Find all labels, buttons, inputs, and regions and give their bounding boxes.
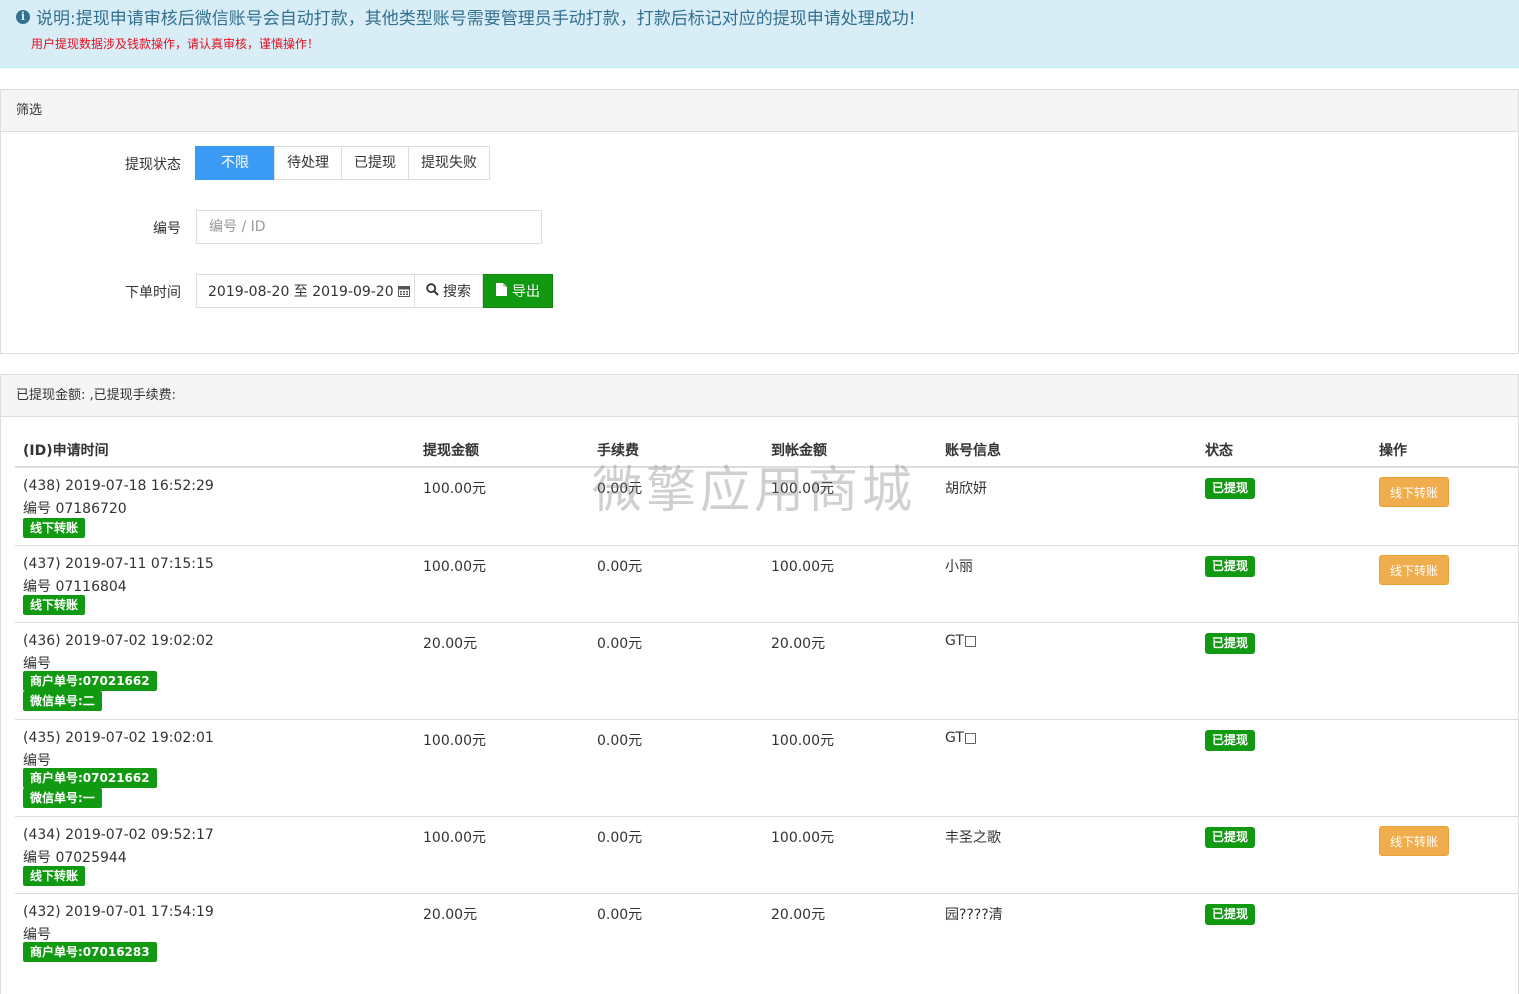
account-info: 胡欣妍 [945, 481, 987, 497]
account-info: 园????清 [945, 907, 1003, 923]
account-info: GT□ [945, 633, 978, 649]
wechat-order-tag: 微信单号:二 [23, 691, 102, 711]
date-search-row: 2019-08-20 至 2019-09-20 搜索 导出 [196, 274, 553, 308]
search-label: 搜索 [443, 284, 471, 300]
order-number: 编号 07025944 [23, 850, 127, 866]
notice-line: i 说明:提现申请审核后微信账号会自动打款，其他类型账号需要管理员手动打款，打款… [16, 4, 916, 29]
column-header: 账号信息 [945, 443, 1001, 459]
amount: 100.00元 [423, 830, 486, 846]
status-option-withdrawn[interactable]: 已提现 [341, 146, 409, 180]
status-badge: 已提现 [1205, 730, 1256, 751]
column-header: 操作 [1379, 443, 1407, 459]
column-header: (ID)申请时间 [23, 443, 109, 459]
merchant-order-tag: 商户单号:07021662 [23, 671, 157, 691]
status-option-pending[interactable]: 待处理 [274, 146, 342, 180]
received-amount: 100.00元 [771, 830, 834, 846]
amount: 100.00元 [423, 733, 486, 749]
export-button[interactable]: 导出 [483, 274, 553, 308]
received-amount: 100.00元 [771, 733, 834, 749]
column-header: 手续费 [597, 443, 639, 459]
date-range-picker[interactable]: 2019-08-20 至 2019-09-20 [196, 274, 415, 308]
id-time: (434) 2019-07-02 09:52:17 [23, 827, 214, 843]
date-label: 下单时间 [125, 285, 181, 301]
merchant-order-tag: 商户单号:07021662 [23, 768, 157, 788]
account-info: 丰圣之歌 [945, 830, 1001, 846]
received-amount: 100.00元 [771, 559, 834, 575]
offline-transfer-tag: 线下转账 [23, 866, 86, 886]
fee: 0.00元 [597, 636, 643, 652]
offline-transfer-tag: 线下转账 [23, 518, 86, 538]
status-option-all[interactable]: 不限 [195, 146, 275, 180]
account-info: GT□ [945, 730, 978, 746]
notice-banner: i 说明:提现申请审核后微信账号会自动打款，其他类型账号需要管理员手动打款，打款… [0, 0, 1519, 68]
id-time: (437) 2019-07-11 07:15:15 [23, 556, 214, 572]
file-icon [496, 282, 507, 300]
id-time: (438) 2019-07-18 16:52:29 [23, 478, 214, 494]
status-label: 提现状态 [125, 157, 181, 173]
status-badge: 已提现 [1205, 904, 1256, 925]
received-amount: 20.00元 [771, 907, 826, 923]
received-amount: 20.00元 [771, 636, 826, 652]
status-badge: 已提现 [1205, 556, 1256, 577]
status-filter-group: 不限 待处理 已提现 提现失败 [195, 146, 490, 180]
table-row: (432) 2019-07-01 17:54:19 编号 商户单号:070162… [15, 894, 1519, 967]
fee: 0.00元 [597, 907, 643, 923]
column-header: 到帐金额 [771, 443, 827, 459]
id-time: (432) 2019-07-01 17:54:19 [23, 904, 214, 920]
order-number: 编号 [23, 753, 51, 769]
notice-warning: 用户提现数据涉及钱款操作，请认真审核，谨慎操作！ [31, 37, 320, 51]
table-row: (435) 2019-07-02 19:02:01 编号 商户单号:070216… [15, 720, 1519, 817]
table-row: (438) 2019-07-18 16:52:29 编号 07186720 线下… [15, 468, 1519, 546]
fee: 0.00元 [597, 481, 643, 497]
fee: 0.00元 [597, 733, 643, 749]
merchant-order-tag: 商户单号:07016283 [23, 942, 157, 962]
amount: 100.00元 [423, 559, 486, 575]
table-header: (ID)申请时间 提现金额 手续费 到帐金额 账号信息 状态 操作 [15, 430, 1519, 468]
offline-transfer-button[interactable]: 线下转账 [1379, 477, 1449, 507]
order-number: 编号 [23, 927, 51, 943]
status-badge: 已提现 [1205, 478, 1256, 499]
number-input[interactable] [196, 210, 542, 244]
column-header: 提现金额 [423, 443, 479, 459]
export-label: 导出 [512, 284, 540, 300]
order-number: 编号 [23, 656, 51, 672]
order-number: 编号 07116804 [23, 579, 127, 595]
status-option-failed[interactable]: 提现失败 [408, 146, 490, 180]
info-circle-icon: i [16, 9, 30, 24]
notice-text: 说明:提现申请审核后微信账号会自动打款，其他类型账号需要管理员手动打款，打款后标… [36, 9, 916, 29]
received-amount: 100.00元 [771, 481, 834, 497]
offline-transfer-button[interactable]: 线下转账 [1379, 826, 1449, 856]
date-range-value: 2019-08-20 至 2019-09-20 [208, 284, 394, 300]
summary-heading: 已提现金额: ,已提现手续费: [1, 375, 1518, 417]
offline-transfer-button[interactable]: 线下转账 [1379, 555, 1449, 585]
search-button[interactable]: 搜索 [415, 274, 483, 308]
offline-transfer-tag: 线下转账 [23, 595, 86, 615]
amount: 100.00元 [423, 481, 486, 497]
table-row: (437) 2019-07-11 07:15:15 编号 07116804 线下… [15, 546, 1519, 623]
number-label: 编号 [153, 221, 181, 237]
id-time: (436) 2019-07-02 19:02:02 [23, 633, 214, 649]
calendar-icon [397, 285, 410, 297]
fee: 0.00元 [597, 559, 643, 575]
status-badge: 已提现 [1205, 633, 1256, 654]
order-number: 编号 07186720 [23, 501, 127, 517]
amount: 20.00元 [423, 907, 478, 923]
id-time: (435) 2019-07-02 19:02:01 [23, 730, 214, 746]
filter-heading: 筛选 [1, 90, 1518, 132]
table-row: (434) 2019-07-02 09:52:17 编号 07025944 线下… [15, 817, 1519, 894]
column-header: 状态 [1205, 443, 1233, 459]
wechat-order-tag: 微信单号:一 [23, 788, 102, 808]
amount: 20.00元 [423, 636, 478, 652]
search-icon [426, 282, 439, 300]
account-info: 小丽 [945, 559, 973, 575]
status-badge: 已提现 [1205, 827, 1256, 848]
fee: 0.00元 [597, 830, 643, 846]
table-row: (436) 2019-07-02 19:02:02 编号 商户单号:070216… [15, 623, 1519, 720]
